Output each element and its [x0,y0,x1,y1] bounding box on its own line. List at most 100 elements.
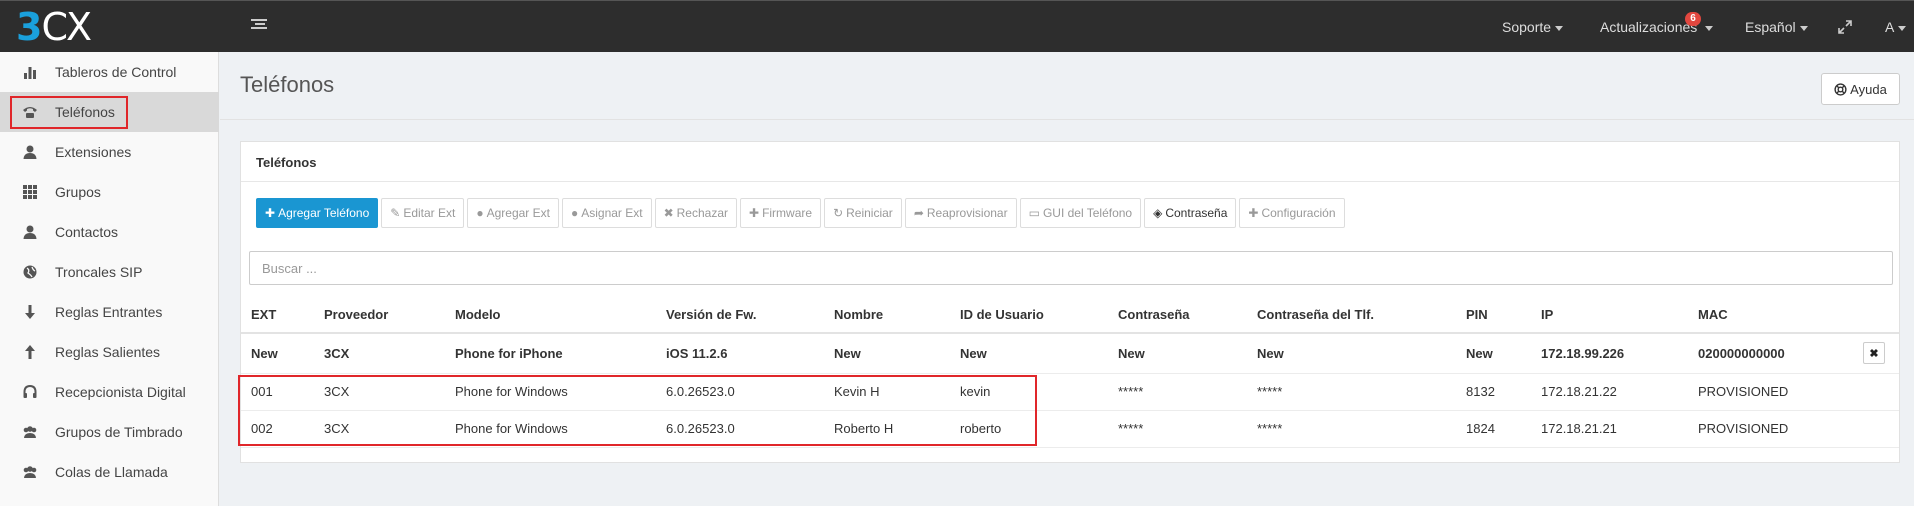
assign-ext-button[interactable]: ● Asignar Ext [561,198,652,228]
sidebar-item-label: Recepcionista Digital [55,384,186,400]
screen-icon: ▭ [1028,206,1040,220]
col-actions [1853,296,1899,334]
cell-vendor: 3CX [314,333,445,374]
sidebar-item-label: Reglas Salientes [55,344,161,360]
reject-button[interactable]: ✖ Rechazar [654,198,737,228]
logo-cx: CX [41,5,92,49]
sidebar-item-digital-receptionist[interactable]: Recepcionista Digital [0,372,219,412]
col-vendor[interactable]: Proveedor [314,296,445,334]
cell-ext: 002 [241,410,314,448]
firmware-button[interactable]: ✚ Firmware [740,198,822,228]
col-user-id[interactable]: ID de Usuario [950,296,1108,334]
col-password[interactable]: Contraseña [1108,296,1247,334]
col-ip[interactable]: IP [1531,296,1688,334]
language-label: Español [1745,19,1796,35]
sidebar-item-extensions[interactable]: Extensiones [0,132,219,172]
add-ext-label: Agregar Ext [486,206,550,220]
sidebar-item-dashboards[interactable]: Tableros de Control [0,52,219,92]
delete-row-button[interactable]: ✖ [1863,342,1885,365]
col-mac[interactable]: MAC [1688,296,1853,334]
cell-user-id: kevin [950,373,1108,411]
cell-phone-password: New [1247,333,1456,374]
cell-model: Phone for iPhone [445,333,656,374]
table-row[interactable]: 001 3CX Phone for Windows 6.0.26523.0 Ke… [241,373,1899,411]
col-firmware[interactable]: Versión de Fw. [656,296,824,334]
edit-ext-button[interactable]: ✎ Editar Ext [381,198,465,228]
chevron-down-icon [1705,25,1714,31]
restart-label: Reiniciar [846,206,893,220]
cell-mac: 020000000000 [1688,333,1853,374]
cell-ext: 001 [241,373,314,411]
cell-name: Roberto H [824,410,950,448]
sidebar-item-label: Troncales SIP [55,264,143,280]
help-button[interactable]: Ayuda [1821,73,1900,105]
support-label: Soporte [1502,19,1552,35]
user-menu[interactable]: A [1885,19,1907,35]
sidebar-item-groups[interactable]: Grupos [0,172,219,212]
cell-pin: 8132 [1456,373,1531,411]
add-ext-button[interactable]: ● Agregar Ext [467,198,559,228]
cell-model: Phone for Windows [445,410,656,448]
cell-vendor: 3CX [314,373,445,411]
search-input[interactable] [249,251,1893,285]
sidebar-item-call-queues[interactable]: Colas de Llamada [0,452,219,492]
col-model[interactable]: Modelo [445,296,656,334]
sidebar-item-label: Tableros de Control [55,64,177,80]
reprovision-label: Reaprovisionar [926,206,1008,220]
table-row-new[interactable]: New 3CX Phone for iPhone iOS 11.2.6 New … [241,333,1899,374]
page-title: Teléfonos [240,72,335,97]
updates-label: Actualizaciones [1600,19,1698,35]
cell-model: Phone for Windows [445,373,656,411]
3cx-logo[interactable]: 3 CX [16,5,92,49]
cell-vendor: 3CX [314,410,445,448]
sidebar-item-contacts[interactable]: Contactos [0,212,219,252]
cell-mac: PROVISIONED [1688,410,1853,448]
password-button[interactable]: ◈ Contraseña [1144,198,1237,228]
table-row[interactable]: 002 3CX Phone for Windows 6.0.26523.0 Ro… [241,410,1899,448]
add-phone-label: Agregar Teléfono [278,206,370,220]
x-icon: ✖ [663,206,674,220]
col-ext[interactable]: EXT [241,296,314,334]
plus-icon: ✚ [265,206,276,220]
col-pin[interactable]: PIN [1456,296,1531,334]
refresh-icon: ↻ [833,206,844,220]
configuration-label: Configuración [1261,206,1336,220]
sidebar-item-inbound-rules[interactable]: Reglas Entrantes [0,292,219,332]
cell-name: New [824,333,950,374]
page-header: Teléfonos [220,52,1914,120]
sidebar-item-outbound-rules[interactable]: Reglas Salientes [0,332,219,372]
cell-user-id: New [950,333,1108,374]
top-navbar: 3 CX Soporte Actualizaciones 6 Español A [0,0,1914,52]
reject-label: Rechazar [676,206,728,220]
pencil-icon: ✎ [390,206,401,220]
reprovision-button[interactable]: ➦ Reaprovisionar [904,198,1017,228]
menu-toggle-icon[interactable] [251,19,267,33]
panel-title: Teléfonos [241,142,1899,182]
phone-gui-button[interactable]: ▭ GUI del Teléfono [1019,198,1142,228]
users-icon [23,466,37,478]
support-menu[interactable]: Soporte [1502,19,1564,35]
configuration-button[interactable]: ✚ Configuración [1239,198,1345,228]
fullscreen-icon[interactable] [1838,20,1852,34]
language-menu[interactable]: Español [1745,19,1808,35]
user-icon [23,145,37,159]
phone-gui-label: GUI del Teléfono [1042,206,1133,220]
add-phone-button[interactable]: ✚ Agregar Teléfono [256,198,379,228]
sidebar-item-label: Contactos [55,224,119,240]
cell-ip: 172.18.99.226 [1531,333,1688,374]
user-label: A [1885,19,1895,35]
sidebar-item-ring-groups[interactable]: Grupos de Timbrado [0,412,219,452]
cell-pin: 1824 [1456,410,1531,448]
sidebar-item-sip-trunks[interactable]: Troncales SIP [0,252,219,292]
col-name[interactable]: Nombre [824,296,950,334]
edit-ext-label: Editar Ext [403,206,456,220]
cell-actions [1853,373,1899,411]
share-icon: ➦ [913,206,924,220]
cell-ext: New [241,333,314,374]
bar-chart-icon [24,67,36,79]
lifebuoy-icon [1834,82,1847,96]
restart-button[interactable]: ↻ Reiniciar [824,198,902,228]
col-phone-password[interactable]: Contraseña del Tlf. [1247,296,1456,334]
cell-firmware: 6.0.26523.0 [656,410,824,448]
table-header-row: EXT Proveedor Modelo Versión de Fw. Nomb… [241,296,1899,334]
